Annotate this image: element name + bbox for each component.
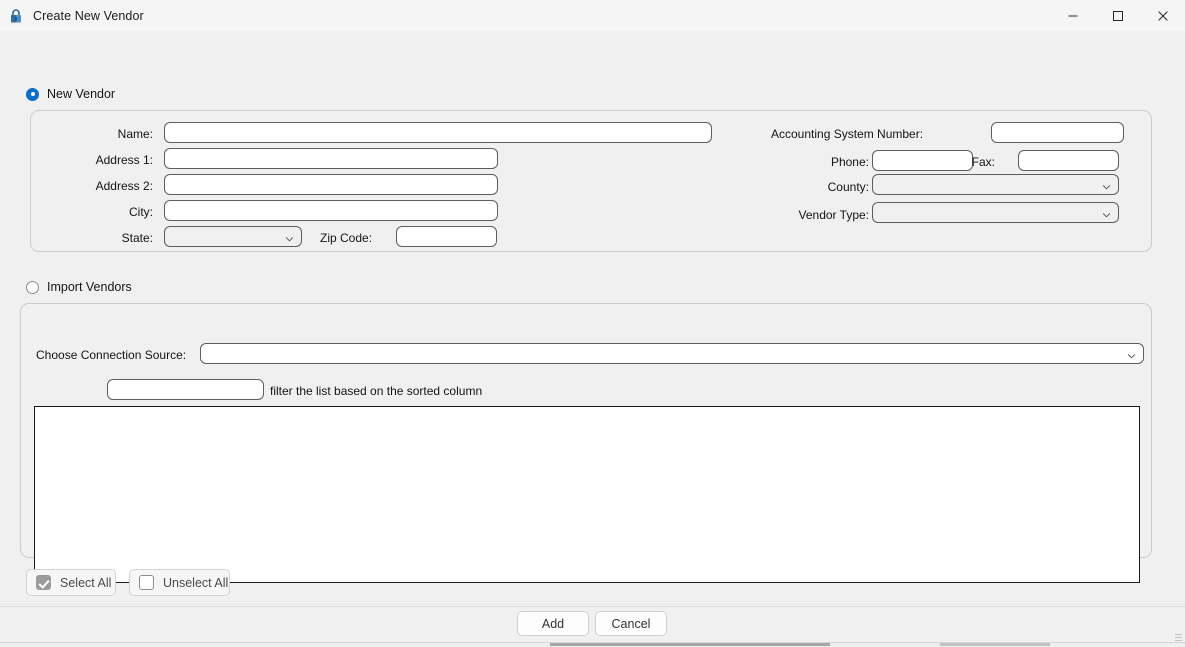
connection-source-dropdown[interactable] — [200, 343, 1144, 364]
label-address-1: Address 1: — [95, 153, 153, 167]
select-all-checkbox[interactable] — [36, 575, 51, 590]
filter-hint-label: filter the list based on the sorted colu… — [270, 384, 483, 398]
import-vendors-groupbox: Choose Connection Source: filter the lis… — [20, 303, 1152, 583]
fax-input[interactable] — [1018, 150, 1119, 171]
filter-input[interactable] — [107, 379, 264, 400]
dialog-body: New Vendor Name: Address 1: Address 2: C… — [0, 31, 1185, 647]
label-address-2: Address 2: — [95, 179, 153, 193]
label-choose-connection-source: Choose Connection Source: — [36, 348, 187, 362]
radio-import-vendors[interactable]: Import Vendors — [26, 280, 132, 294]
label-state: State: — [121, 231, 153, 245]
chevron-down-icon — [1127, 349, 1136, 358]
accounting-system-number-input[interactable] — [991, 122, 1124, 143]
label-city: City: — [129, 205, 153, 219]
radio-new-vendor[interactable]: New Vendor — [26, 87, 115, 101]
create-new-vendor-dialog: Create New Vendor New Vendor Name: Addre… — [0, 0, 1185, 647]
city-input[interactable] — [164, 200, 498, 221]
window-controls — [1050, 0, 1185, 31]
vendor-list[interactable] — [34, 406, 1140, 583]
background-window-bottom-bar-secondary — [940, 643, 1050, 646]
address1-input[interactable] — [164, 148, 498, 169]
unselect-all-checkbox[interactable] — [139, 575, 154, 590]
minimize-button[interactable] — [1050, 0, 1095, 31]
cancel-button[interactable]: Cancel — [595, 611, 667, 636]
title-bar: Create New Vendor — [0, 0, 1185, 32]
address2-input[interactable] — [164, 174, 498, 195]
name-input[interactable] — [164, 122, 712, 143]
radio-import-vendors-label: Import Vendors — [47, 280, 132, 294]
label-phone: Phone: — [830, 155, 869, 169]
radio-import-vendors-indicator — [26, 280, 39, 294]
chevron-down-icon — [1102, 208, 1111, 217]
footer-divider — [0, 606, 1185, 607]
background-window-resize-grip — [1175, 634, 1182, 643]
window-title: Create New Vendor — [33, 8, 144, 23]
close-button[interactable] — [1140, 0, 1185, 31]
add-button[interactable]: Add — [517, 611, 589, 636]
radio-new-vendor-indicator — [26, 87, 39, 101]
zip-input[interactable] — [396, 226, 497, 247]
vendor-type-dropdown[interactable] — [872, 202, 1119, 223]
label-fax: Fax: — [971, 155, 995, 169]
select-all-label: Select All — [60, 575, 112, 590]
new-vendor-groupbox: Name: Address 1: Address 2: City: State:… — [30, 110, 1152, 252]
maximize-button[interactable] — [1095, 0, 1140, 31]
phone-input[interactable] — [872, 150, 973, 171]
select-all-button[interactable]: Select All — [26, 569, 116, 596]
radio-new-vendor-label: New Vendor — [47, 87, 116, 101]
label-name: Name: — [117, 127, 153, 141]
label-county: County: — [827, 180, 869, 194]
unselect-all-button[interactable]: Unselect All — [129, 569, 230, 596]
chevron-down-icon — [1102, 180, 1111, 189]
state-dropdown[interactable] — [164, 226, 302, 247]
label-zip-code: Zip Code: — [320, 231, 373, 245]
county-dropdown[interactable] — [872, 174, 1119, 195]
lock-icon — [8, 8, 24, 24]
label-vendor-type: Vendor Type: — [798, 208, 870, 222]
label-accounting-system-number: Accounting System Number: — [771, 127, 924, 141]
chevron-down-icon — [285, 232, 294, 241]
background-window-bottom-bar — [550, 643, 830, 646]
unselect-all-label: Unselect All — [163, 575, 229, 590]
